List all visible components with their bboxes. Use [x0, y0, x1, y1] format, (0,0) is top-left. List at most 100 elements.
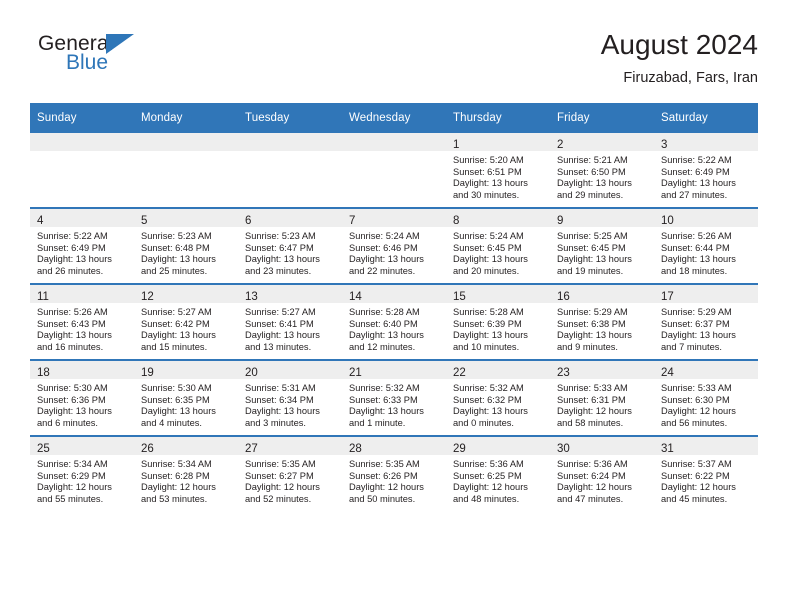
daylight-text-line1: Daylight: 12 hours [661, 482, 736, 493]
calendar-day-cell[interactable]: 1 Sunrise: 5:20 AM Sunset: 6:51 PM Daylight… [446, 133, 550, 208]
day-details: Sunrise: 5:35 AM Sunset: 6:26 PM Daylight:… [342, 455, 446, 505]
day-number-strip: 8 [446, 209, 550, 227]
day-number-strip: 24 [654, 361, 758, 379]
calendar-day-cell[interactable]: 21 Sunrise: 5:32 AM Sunset: 6:33 PM Dayligh… [342, 359, 446, 436]
daylight-text-line1: Daylight: 13 hours [141, 330, 216, 341]
sunrise-text: Sunrise: 5:26 AM [661, 231, 732, 241]
calendar-day-cell[interactable]: 14 Sunrise: 5:28 AM Sunset: 6:40 PM Dayligh… [342, 283, 446, 360]
calendar-day-cell[interactable]: 23 Sunrise: 5:33 AM Sunset: 6:31 PM Dayligh… [550, 359, 654, 436]
day-details: Sunrise: 5:27 AM Sunset: 6:42 PM Daylight:… [134, 303, 238, 353]
calendar-day-cell[interactable]: 19 Sunrise: 5:30 AM Sunset: 6:35 PM Dayligh… [134, 359, 238, 436]
day-details: Sunrise: 5:21 AM Sunset: 6:50 PM Daylight:… [550, 151, 654, 201]
sunrise-sunset-calendar: Sunday Monday Tuesday Wednesday Thursday Frid… [30, 103, 758, 511]
sunrise-text: Sunrise: 5:23 AM [141, 231, 212, 241]
day-number: 5 [141, 215, 148, 227]
calendar-day-cell[interactable]: 5 Sunrise: 5:23 AM Sunset: 6:48 PM Daylight… [134, 207, 238, 284]
weekday-header-monday: Monday [134, 103, 238, 133]
calendar-day-cell[interactable]: 26 Sunrise: 5:34 AM Sunset: 6:28 PM Dayligh… [134, 435, 238, 511]
day-box: 25 Sunrise: 5:34 AM Sunset: 6:29 PM Dayligh… [30, 437, 134, 511]
calendar-day-cell[interactable]: 24 Sunrise: 5:33 AM Sunset: 6:30 PM Dayligh… [654, 359, 758, 436]
day-box: 10 Sunrise: 5:26 AM Sunset: 6:44 PM Dayligh… [654, 209, 758, 283]
calendar-day-cell[interactable]: 13 Sunrise: 5:27 AM Sunset: 6:41 PM Dayligh… [238, 283, 342, 360]
day-number-strip: 23 [550, 361, 654, 379]
daylight-text-line2: and 20 minutes. [453, 265, 520, 276]
daylight-text-line2: and 7 minutes. [661, 341, 722, 352]
sunrise-text: Sunrise: 5:22 AM [661, 155, 732, 165]
daylight-text-line2: and 30 minutes. [453, 189, 520, 200]
sunset-text: Sunset: 6:34 PM [245, 394, 314, 405]
calendar-day-cell[interactable]: 8 Sunrise: 5:24 AM Sunset: 6:45 PM Daylight… [446, 207, 550, 284]
daylight-text-line1: Daylight: 12 hours [245, 482, 320, 493]
day-box: 18 Sunrise: 5:30 AM Sunset: 6:36 PM Dayligh… [30, 361, 134, 435]
calendar-day-cell[interactable]: 2 Sunrise: 5:21 AM Sunset: 6:50 PM Daylight… [550, 133, 654, 208]
sunset-text: Sunset: 6:48 PM [141, 242, 210, 253]
day-number-strip: 17 [654, 285, 758, 303]
calendar-day-cell[interactable]: 22 Sunrise: 5:32 AM Sunset: 6:32 PM Dayligh… [446, 359, 550, 436]
day-details: Sunrise: 5:28 AM Sunset: 6:40 PM Daylight:… [342, 303, 446, 353]
calendar-day-cell[interactable]: 29 Sunrise: 5:36 AM Sunset: 6:25 PM Dayligh… [446, 435, 550, 511]
sunset-text: Sunset: 6:24 PM [557, 470, 626, 481]
day-number-strip: 14 [342, 285, 446, 303]
day-number: 17 [661, 291, 674, 303]
calendar-day-cell[interactable]: 16 Sunrise: 5:29 AM Sunset: 6:38 PM Dayligh… [550, 283, 654, 360]
day-box: 6 Sunrise: 5:23 AM Sunset: 6:47 PM Daylight… [238, 209, 342, 283]
day-box: 5 Sunrise: 5:23 AM Sunset: 6:48 PM Daylight… [134, 209, 238, 283]
day-number-strip: 3 [654, 133, 758, 151]
calendar-day-cell[interactable]: 27 Sunrise: 5:35 AM Sunset: 6:27 PM Dayligh… [238, 435, 342, 511]
calendar-day-cell[interactable]: 12 Sunrise: 5:27 AM Sunset: 6:42 PM Dayligh… [134, 283, 238, 360]
calendar-day-cell[interactable]: 31 Sunrise: 5:37 AM Sunset: 6:22 PM Dayligh… [654, 435, 758, 511]
calendar-day-cell[interactable]: 4 Sunrise: 5:22 AM Sunset: 6:49 PM Daylight… [30, 207, 134, 284]
sunrise-text: Sunrise: 5:21 AM [557, 155, 628, 165]
daylight-text-line2: and 47 minutes. [557, 493, 624, 504]
calendar-day-cell[interactable]: 10 Sunrise: 5:26 AM Sunset: 6:44 PM Dayligh… [654, 207, 758, 284]
day-number-strip [30, 133, 134, 151]
day-box: 1 Sunrise: 5:20 AM Sunset: 6:51 PM Daylight… [446, 133, 550, 207]
daylight-text-line2: and 52 minutes. [245, 493, 312, 504]
daylight-text-line1: Daylight: 13 hours [557, 178, 632, 189]
day-box: 9 Sunrise: 5:25 AM Sunset: 6:45 PM Daylight… [550, 209, 654, 283]
calendar-day-cell[interactable]: 15 Sunrise: 5:28 AM Sunset: 6:39 PM Dayligh… [446, 283, 550, 360]
calendar-week-row: 18 Sunrise: 5:30 AM Sunset: 6:36 PM Dayligh… [30, 359, 758, 436]
sunrise-text: Sunrise: 5:29 AM [661, 307, 732, 317]
calendar-body: 1 Sunrise: 5:20 AM Sunset: 6:51 PM Daylight… [30, 133, 758, 511]
day-details: Sunrise: 5:35 AM Sunset: 6:27 PM Daylight:… [238, 455, 342, 505]
daylight-text-line2: and 6 minutes. [37, 417, 98, 428]
day-box: 22 Sunrise: 5:32 AM Sunset: 6:32 PM Dayligh… [446, 361, 550, 435]
calendar-header-row: Sunday Monday Tuesday Wednesday Thursday Frid… [30, 103, 758, 133]
calendar-day-cell[interactable]: 3 Sunrise: 5:22 AM Sunset: 6:49 PM Daylight… [654, 133, 758, 208]
day-details: Sunrise: 5:33 AM Sunset: 6:31 PM Daylight:… [550, 379, 654, 429]
calendar-day-cell[interactable]: 30 Sunrise: 5:36 AM Sunset: 6:24 PM Dayligh… [550, 435, 654, 511]
calendar-week-row: 25 Sunrise: 5:34 AM Sunset: 6:29 PM Dayligh… [30, 435, 758, 511]
calendar-day-cell[interactable]: 18 Sunrise: 5:30 AM Sunset: 6:36 PM Dayligh… [30, 359, 134, 436]
day-number: 7 [349, 215, 356, 227]
day-details: Sunrise: 5:28 AM Sunset: 6:39 PM Daylight:… [446, 303, 550, 353]
day-number: 14 [349, 291, 362, 303]
sunset-text: Sunset: 6:27 PM [245, 470, 314, 481]
daylight-text-line2: and 50 minutes. [349, 493, 416, 504]
brand-logo[interactable]: General Blue [38, 32, 218, 88]
sunset-text: Sunset: 6:35 PM [141, 394, 210, 405]
calendar-day-cell[interactable]: 6 Sunrise: 5:23 AM Sunset: 6:47 PM Daylight… [238, 207, 342, 284]
sunset-text: Sunset: 6:40 PM [349, 318, 418, 329]
daylight-text-line1: Daylight: 13 hours [557, 330, 632, 341]
daylight-text-line1: Daylight: 13 hours [453, 178, 528, 189]
sunrise-text: Sunrise: 5:35 AM [245, 459, 316, 469]
calendar-day-cell[interactable]: 20 Sunrise: 5:31 AM Sunset: 6:34 PM Dayligh… [238, 359, 342, 436]
calendar-day-cell[interactable]: 17 Sunrise: 5:29 AM Sunset: 6:37 PM Dayligh… [654, 283, 758, 360]
daylight-text-line2: and 12 minutes. [349, 341, 416, 352]
day-number-strip: 5 [134, 209, 238, 227]
calendar-day-cell[interactable]: 28 Sunrise: 5:35 AM Sunset: 6:26 PM Dayligh… [342, 435, 446, 511]
sunrise-text: Sunrise: 5:24 AM [453, 231, 524, 241]
day-details: Sunrise: 5:23 AM Sunset: 6:48 PM Daylight:… [134, 227, 238, 277]
calendar-day-cell[interactable]: 25 Sunrise: 5:34 AM Sunset: 6:29 PM Dayligh… [30, 435, 134, 511]
daylight-text-line1: Daylight: 13 hours [453, 406, 528, 417]
sunset-text: Sunset: 6:30 PM [661, 394, 730, 405]
day-number: 6 [245, 215, 252, 227]
calendar-day-cell[interactable]: 7 Sunrise: 5:24 AM Sunset: 6:46 PM Daylight… [342, 207, 446, 284]
calendar-day-cell[interactable]: 9 Sunrise: 5:25 AM Sunset: 6:45 PM Daylight… [550, 207, 654, 284]
day-box: 11 Sunrise: 5:26 AM Sunset: 6:43 PM Dayligh… [30, 285, 134, 359]
daylight-text-line1: Daylight: 13 hours [245, 406, 320, 417]
daylight-text-line2: and 16 minutes. [37, 341, 104, 352]
sunrise-text: Sunrise: 5:27 AM [141, 307, 212, 317]
calendar-day-cell[interactable]: 11 Sunrise: 5:26 AM Sunset: 6:43 PM Dayligh… [30, 283, 134, 360]
